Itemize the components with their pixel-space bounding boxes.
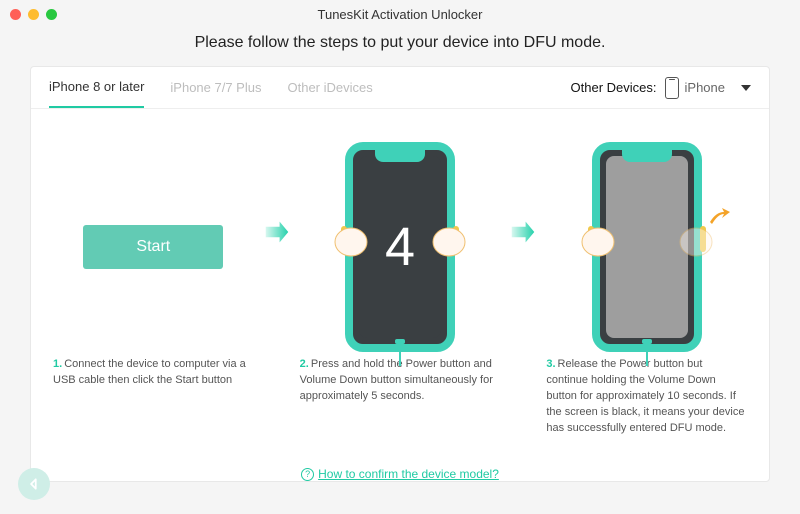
minimize-window-button[interactable] (28, 9, 39, 20)
tab-bar: iPhone 8 or later iPhone 7/7 Plus Other … (31, 67, 769, 109)
step-2-col: 4 2.Press and hold the Power button and … (294, 137, 507, 405)
release-arrow-icon (708, 206, 730, 228)
steps-row: Start 1.Connect the device to computer v… (31, 109, 769, 457)
other-devices-label: Other Devices: (571, 80, 657, 95)
window-controls (10, 9, 57, 20)
tab-iphone-7[interactable]: iPhone 7/7 Plus (170, 68, 261, 107)
press-hand-right-icon (429, 220, 469, 260)
chevron-down-icon (741, 85, 751, 91)
tab-other-idevices[interactable]: Other iDevices (287, 68, 372, 107)
help-link-row: ? How to confirm the device model? (31, 467, 769, 481)
step-3-col: 3.Release the Power button but continue … (540, 137, 753, 437)
press-hand-left-icon (578, 220, 618, 260)
arrow-right-icon (510, 219, 536, 245)
device-select-value: iPhone (685, 80, 725, 95)
zoom-window-button[interactable] (46, 9, 57, 20)
phone-illustration-step3 (592, 142, 702, 352)
phone-illustration-step2: 4 (345, 142, 455, 352)
arrow-right-icon (264, 219, 290, 245)
usb-cable-icon (646, 344, 648, 366)
close-window-button[interactable] (10, 9, 21, 20)
tab-iphone-8-or-later[interactable]: iPhone 8 or later (49, 67, 144, 108)
start-button[interactable]: Start (83, 225, 223, 269)
title-bar: TunesKit Activation Unlocker (0, 0, 800, 28)
step-3-text: 3.Release the Power button but continue … (540, 357, 753, 437)
phone-outline-icon (665, 77, 679, 99)
app-title: TunesKit Activation Unlocker (0, 7, 800, 22)
main-card: iPhone 8 or later iPhone 7/7 Plus Other … (30, 66, 770, 482)
usb-cable-icon (399, 344, 401, 366)
page-instruction: Please follow the steps to put your devi… (0, 34, 800, 52)
back-button[interactable] (18, 468, 50, 500)
device-select[interactable]: iPhone (665, 77, 751, 99)
arrow-left-icon (27, 477, 41, 491)
step-1-col: Start 1.Connect the device to computer v… (47, 137, 260, 389)
press-hand-left-icon (331, 220, 371, 260)
question-icon: ? (301, 468, 314, 481)
step-1-text: 1.Connect the device to computer via a U… (47, 357, 260, 389)
confirm-model-link[interactable]: How to confirm the device model? (318, 467, 499, 481)
